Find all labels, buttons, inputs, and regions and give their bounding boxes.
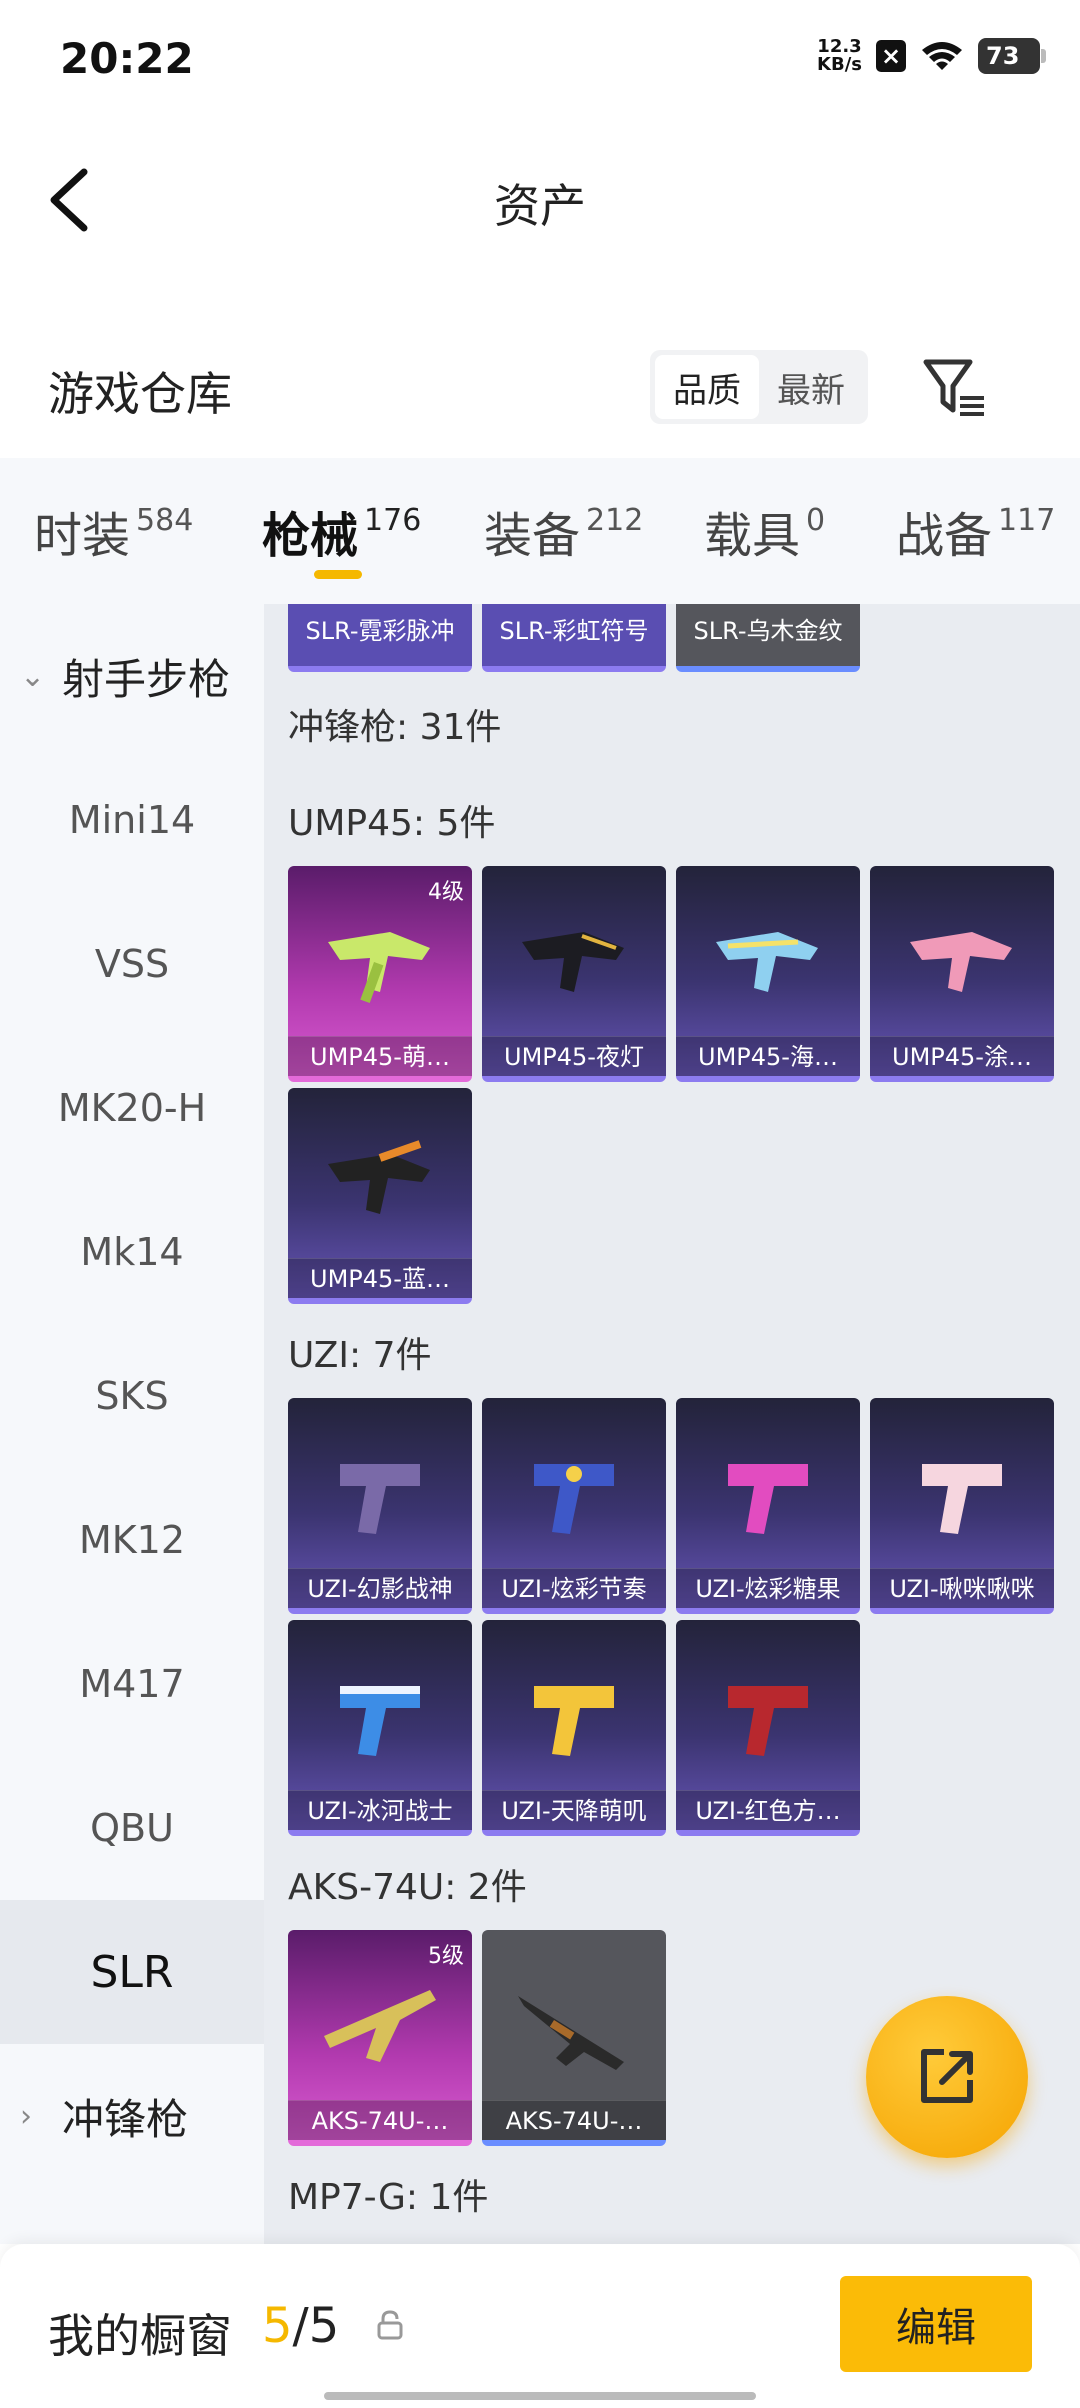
item-card[interactable]: 4级 UMP45-萌… (288, 866, 472, 1082)
item-card[interactable]: UMP45-蓝… (288, 1088, 472, 1304)
item-card[interactable]: UMP45-涂… (870, 866, 1054, 1082)
status-icons: 12.3 KB/s × 73 (817, 36, 1046, 75)
section-title: AKS-74U: 2件 (288, 1867, 527, 1908)
lock-icon (377, 2310, 403, 2340)
tab-vehicles[interactable]: 载具 0 (704, 496, 825, 566)
item-card[interactable]: UZI-红色方… (676, 1620, 860, 1836)
item-card[interactable]: SLR-彩虹符号 (482, 604, 666, 672)
battery-indicator: 73 (978, 38, 1046, 74)
chevron-right-icon: › (20, 2098, 32, 2134)
pistol-smg-icon (922, 1464, 1002, 1534)
sidebar-item-mk14[interactable]: Mk14 (0, 1180, 264, 1324)
smg-icon (328, 932, 430, 1004)
sidebar-item-qbu[interactable]: QBU (0, 1756, 264, 1900)
item-card[interactable]: UMP45-夜灯 (482, 866, 666, 1082)
net-speed: 12.3 KB/s (817, 36, 862, 75)
section-title: 冲锋枪: 31件 (288, 707, 502, 748)
pistol-smg-icon (534, 1464, 614, 1534)
pistol-smg-icon (340, 1464, 420, 1534)
pistol-smg-icon (534, 1686, 614, 1756)
smg-icon (328, 1140, 430, 1214)
sort-quality[interactable]: 品质 (655, 355, 759, 419)
sidebar-item-vss[interactable]: VSS (0, 892, 264, 1036)
tab-active-indicator (314, 570, 362, 579)
smg-icon (910, 932, 1012, 992)
item-card[interactable]: UZI-冰河战士 (288, 1620, 472, 1836)
status-bar: 20:22 12.3 KB/s × 73 (0, 0, 1080, 120)
warehouse-title: 游戏仓库 (48, 367, 232, 421)
item-card[interactable]: 5级 AKS-74U-… (288, 1930, 472, 2146)
sidebar-item-slr[interactable]: SLR (0, 1900, 264, 2044)
sidebar-item-sks[interactable]: SKS (0, 1324, 264, 1468)
smg-icon (522, 932, 624, 992)
home-indicator[interactable] (324, 2392, 756, 2400)
item-card[interactable]: SLR-乌木金纹 (676, 604, 860, 672)
sidebar-item-mini14[interactable]: Mini14 (0, 748, 264, 892)
sidebar-item-mk20h[interactable]: MK20-H (0, 1036, 264, 1180)
category-tabs: 时装 584 枪械 176 装备 212 载具 0 战备 117 (0, 458, 1080, 604)
item-card[interactable]: UZI-啾咪啾咪 (870, 1398, 1054, 1614)
rifle-icon (518, 1996, 624, 2070)
item-card[interactable]: UZI-炫彩糖果 (676, 1398, 860, 1614)
showcase-bar: 我的橱窗 5/5 编辑 (0, 2244, 1080, 2408)
status-time: 20:22 (60, 34, 194, 83)
item-card[interactable]: SLR-霓彩脉冲 (288, 604, 472, 672)
share-button[interactable] (866, 1996, 1028, 2158)
section-title: MP7-G: 1件 (288, 2177, 489, 2218)
item-card[interactable]: UZI-幻影战神 (288, 1398, 472, 1614)
chevron-down-icon: ⌄ (20, 658, 46, 694)
tab-gear[interactable]: 战备 117 (896, 496, 1055, 566)
no-sim-icon: × (876, 40, 906, 72)
sidebar-group-smg[interactable]: › 冲锋枪 (0, 2044, 264, 2188)
rifle-icon (324, 1990, 436, 2062)
share-icon (921, 2049, 973, 2103)
edit-button[interactable]: 编辑 (840, 2276, 1032, 2372)
smg-icon (716, 932, 818, 992)
tab-equipment[interactable]: 装备 212 (484, 496, 643, 566)
item-card[interactable]: AKS-74U-… (482, 1930, 666, 2146)
wifi-icon (922, 42, 962, 70)
pistol-smg-icon (728, 1464, 808, 1534)
sort-toggle: 品质 最新 (650, 350, 868, 424)
sidebar-item-m417[interactable]: M417 (0, 1612, 264, 1756)
item-card[interactable]: UZI-炫彩节奏 (482, 1398, 666, 1614)
sidebar-group-marksman[interactable]: ⌄ 射手步枪 (0, 604, 264, 748)
tab-guns[interactable]: 枪械 176 (262, 496, 421, 566)
showcase-count: 5/5 (262, 2298, 340, 2354)
item-card[interactable]: UMP45-海… (676, 866, 860, 1082)
section-title: UZI: 7件 (288, 1335, 432, 1376)
warehouse-row: 游戏仓库 品质 最新 (0, 330, 1080, 450)
tab-fashion[interactable]: 时装 584 (34, 496, 193, 566)
weapon-sidebar: ⌄ 射手步枪 Mini14 VSS MK20-H Mk14 SKS MK12 M… (0, 604, 264, 2244)
section-title: UMP45: 5件 (288, 803, 496, 844)
header: 资产 (0, 120, 1080, 270)
showcase-label: 我的橱窗 (48, 2309, 232, 2363)
pistol-smg-icon (340, 1686, 420, 1756)
item-card[interactable]: UZI-天降萌叽 (482, 1620, 666, 1836)
filter-icon[interactable] (920, 352, 992, 424)
pistol-smg-icon (728, 1686, 808, 1756)
sidebar-item-mk12[interactable]: MK12 (0, 1468, 264, 1612)
sort-newest[interactable]: 最新 (759, 355, 863, 419)
page-title: 资产 (494, 179, 586, 233)
